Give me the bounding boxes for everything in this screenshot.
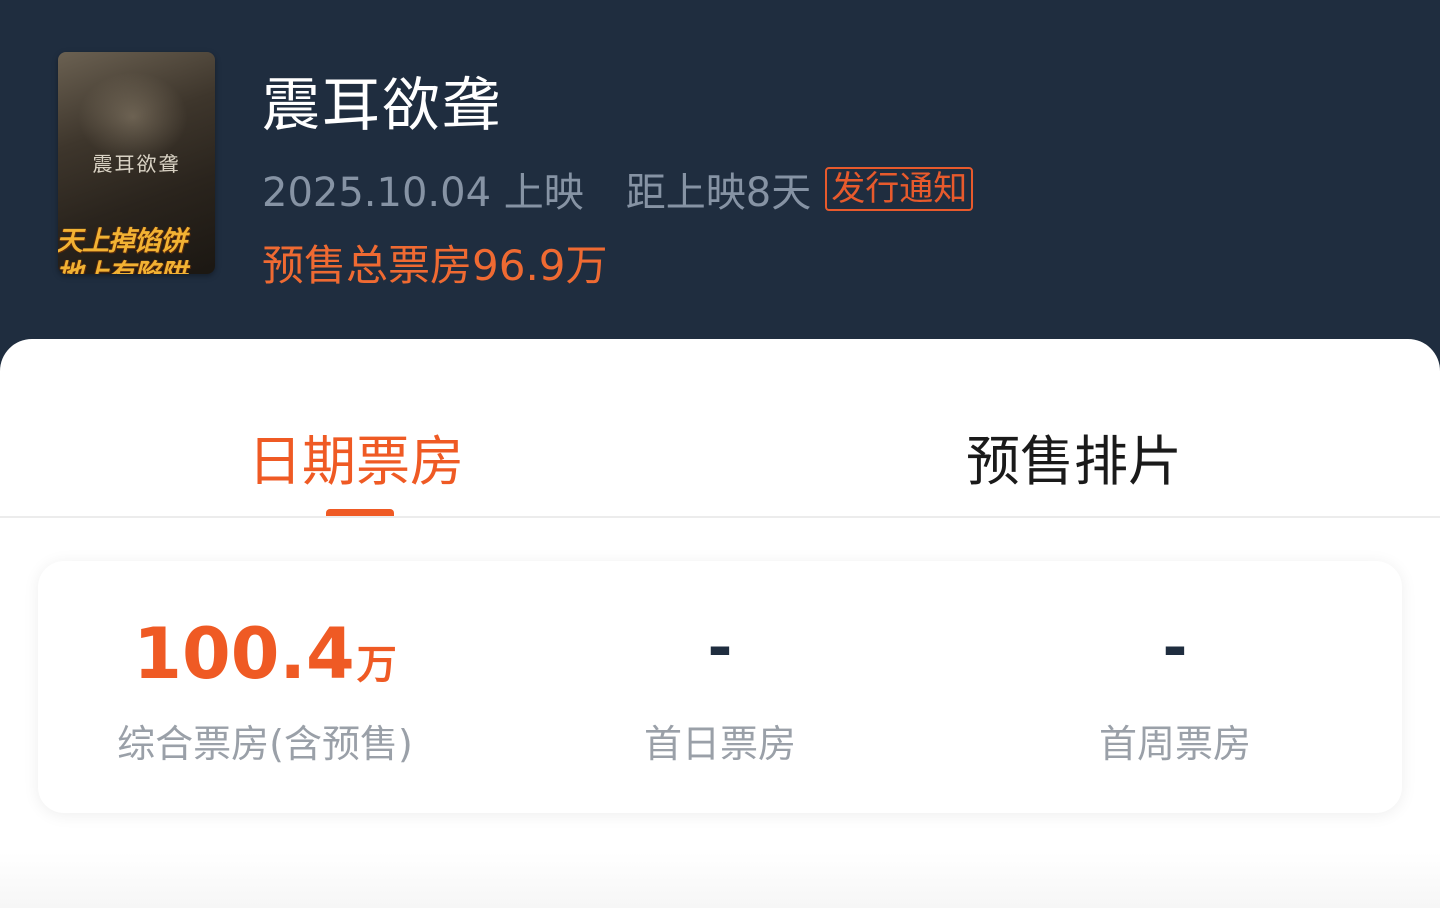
bottom-fade: [0, 852, 1440, 908]
tab-divider: [0, 516, 1440, 518]
stat-first-day-box-office[interactable]: - 首日票房: [493, 561, 947, 813]
tab-bar: 日期票房 预售排片: [0, 339, 1440, 518]
tab-date-box-office[interactable]: 日期票房: [248, 417, 464, 496]
movie-title: 震耳欲聋: [262, 71, 503, 139]
presale-total-box-office: 预售总票房96.9万: [262, 241, 608, 290]
release-date: 2025.10.04 上映: [262, 170, 584, 216]
box-office-panel: 日期票房 预售排片 100.4万 综合票房(含预售) - 首日票房 - 首周票房: [0, 339, 1440, 908]
poster-title: 震耳欲聋: [92, 152, 181, 176]
stat-total-box-office[interactable]: 100.4万 综合票房(含预售): [38, 561, 492, 813]
release-countdown: 距上映8天: [625, 170, 812, 216]
stat-label: 首日票房: [643, 722, 796, 766]
stat-placeholder: -: [1162, 613, 1188, 683]
stat-value: -: [493, 613, 947, 693]
stat-first-week-box-office[interactable]: - 首周票房: [948, 561, 1402, 813]
release-notice-button[interactable]: 发行通知: [825, 167, 974, 211]
stat-label: 首周票房: [1098, 722, 1251, 766]
movie-box-office-page: 震耳欲聋 天上掉馅饼 地上有陷阱 震耳欲聋 2025.10.04 上映 距上映8…: [0, 0, 1440, 908]
stat-value: -: [948, 613, 1402, 693]
release-info-row: 2025.10.04 上映 距上映8天 发行通知: [262, 165, 974, 216]
stat-label: 综合票房(含预售): [117, 722, 413, 766]
stat-value: 100.4万: [38, 613, 492, 695]
movie-poster[interactable]: 震耳欲聋 天上掉馅饼 地上有陷阱: [58, 52, 215, 274]
stat-number: 100.4: [133, 613, 355, 695]
poster-tagline-2: 地上有陷阱: [58, 252, 215, 274]
tab-presale-schedule[interactable]: 预售排片: [966, 417, 1182, 496]
stats-card: 100.4万 综合票房(含预售) - 首日票房 - 首周票房: [38, 561, 1402, 813]
stat-placeholder: -: [707, 613, 733, 683]
stat-unit: 万: [356, 642, 397, 688]
movie-header: 震耳欲聋 天上掉馅饼 地上有陷阱 震耳欲聋 2025.10.04 上映 距上映8…: [0, 0, 1440, 380]
